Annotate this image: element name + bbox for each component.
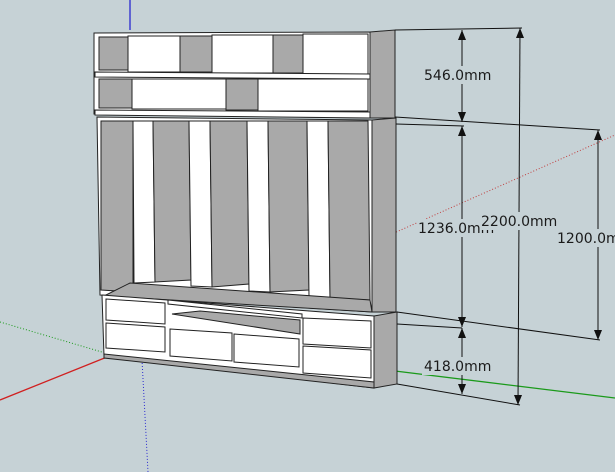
dimension-label-top: 546.0mm xyxy=(424,68,491,84)
top-side-panel xyxy=(369,29,396,119)
drawer-4-top xyxy=(302,317,372,349)
middle-back-1 xyxy=(152,120,192,283)
dimension-label-bottom: 418.0mm xyxy=(424,359,491,375)
top-compartment-2 xyxy=(211,34,274,74)
dimension-depth[interactable]: 1200.0mm xyxy=(556,130,615,340)
middle-side-panel xyxy=(371,117,397,313)
red-axis xyxy=(0,354,113,401)
dimension-label-total: 2200.0mm xyxy=(481,214,557,230)
middle-upright-4 xyxy=(306,120,331,299)
sketchup-viewport[interactable]: 546.0mm 1236.0mm 418.0mm 2200.0mm 1200.0… xyxy=(0,0,615,472)
drawer-1-top xyxy=(105,298,166,325)
dimension-top[interactable]: 546.0mm xyxy=(422,30,494,122)
top-back-3 xyxy=(272,34,304,74)
blue-axis-dotted xyxy=(141,359,149,472)
middle-left-wall xyxy=(100,120,134,293)
top-lower-back-2 xyxy=(225,78,259,111)
drawer-1-bottom xyxy=(105,322,166,353)
middle-back-4 xyxy=(327,120,371,301)
dimension-total[interactable]: 2200.0mm xyxy=(480,27,560,406)
top-back-left xyxy=(98,36,129,71)
middle-upright-3 xyxy=(246,120,271,293)
green-axis xyxy=(394,370,615,399)
dimension-label-depth: 1200.0mm xyxy=(557,231,615,247)
bottom-side-panel xyxy=(373,311,398,389)
top-compartment-3 xyxy=(302,33,369,75)
middle-back-3 xyxy=(267,120,310,293)
drawer-2 xyxy=(169,328,233,362)
top-lower-compartment-1 xyxy=(131,78,227,110)
top-back-2 xyxy=(179,35,213,73)
drawer-4-bottom xyxy=(302,345,372,379)
top-lower-compartment-2 xyxy=(257,78,369,112)
middle-back-2 xyxy=(209,120,250,288)
top-lower-back-1 xyxy=(98,78,133,109)
middle-upright-1 xyxy=(132,120,156,284)
top-base-shelf xyxy=(94,109,371,119)
dimension-bottom[interactable]: 418.0mm xyxy=(422,328,494,394)
drawer-3 xyxy=(233,333,300,368)
green-axis-dotted xyxy=(0,321,113,356)
middle-upright-2 xyxy=(188,120,213,288)
cabinet-model[interactable] xyxy=(93,29,398,389)
top-compartment-1 xyxy=(127,35,181,73)
